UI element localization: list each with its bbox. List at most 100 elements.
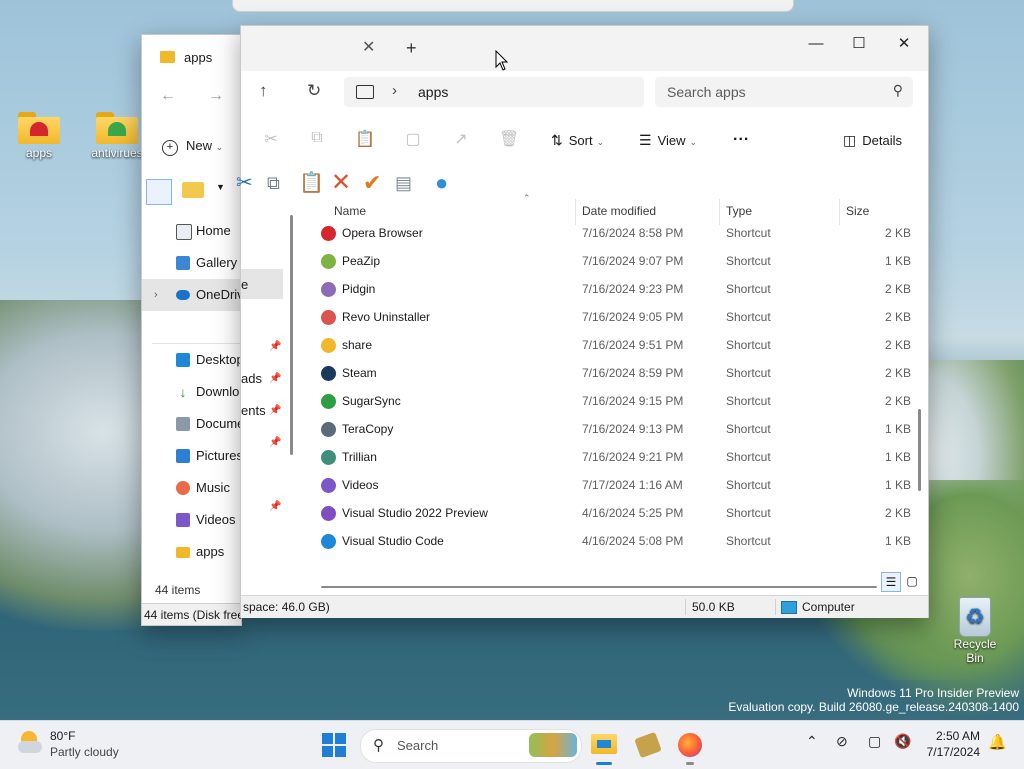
close-tab-icon[interactable]: ✕: [362, 37, 375, 57]
paste-icon[interactable]: 📋: [355, 129, 375, 149]
file-type: Shortcut: [726, 394, 771, 408]
file-row[interactable]: Videos 7/17/2024 1:16 AM Shortcut 1 KB: [319, 471, 913, 499]
details-button[interactable]: ◫ Details: [843, 132, 902, 149]
nav-item-documents[interactable]: Docume: [142, 408, 241, 440]
folder-icon: [176, 547, 190, 558]
taskbar-firefox[interactable]: [674, 729, 706, 765]
minimize-icon[interactable]: —: [793, 30, 839, 58]
file-type: Shortcut: [726, 310, 771, 324]
column-date-modified[interactable]: Date modified: [582, 204, 656, 218]
mouse-pointer-icon: [495, 50, 509, 71]
clock[interactable]: 2:50 AM 7/17/2024: [920, 728, 980, 760]
nav-item-desktop[interactable]: Desktop: [142, 344, 241, 376]
file-row[interactable]: PeaZip 7/16/2024 9:07 PM Shortcut 1 KB: [319, 247, 913, 275]
globe-icon[interactable]: ●: [435, 171, 448, 195]
file-row[interactable]: share 7/16/2024 9:51 PM Shortcut 2 KB: [319, 331, 913, 359]
chevron-up-icon[interactable]: ⌃: [806, 733, 818, 750]
nav-fragment-onedrive: e: [241, 277, 249, 292]
file-row[interactable]: TeraCopy 7/16/2024 9:13 PM Shortcut 1 KB: [319, 415, 913, 443]
volume-muted-icon[interactable]: 🔇: [894, 733, 911, 750]
nav-item-onedrive[interactable]: › OneDriv: [142, 279, 241, 311]
more-options-button[interactable]: ...: [733, 127, 749, 145]
status-location-label: Computer: [802, 600, 855, 614]
forward-arrow-icon[interactable]: →: [208, 87, 224, 105]
monitor-icon[interactable]: ▢: [868, 733, 881, 750]
explorer-window-back[interactable]: apps ← → + New ⌄ ▼ Home Gallery › OneDriv…: [141, 34, 242, 626]
delete-icon[interactable]: ✕: [331, 171, 351, 195]
paste-icon[interactable]: 📋: [299, 171, 324, 195]
checkmark-icon[interactable]: ✔: [363, 171, 381, 195]
file-size: 1 KB: [884, 254, 911, 268]
chevron-down-icon: ⌄: [689, 137, 698, 147]
nav-item-music[interactable]: Music: [142, 472, 241, 504]
breadcrumb[interactable]: apps: [418, 84, 448, 100]
nav-item-apps[interactable]: apps: [142, 536, 241, 568]
file-row[interactable]: Trillian 7/16/2024 9:21 PM Shortcut 1 KB: [319, 443, 913, 471]
column-size[interactable]: Size: [846, 204, 869, 218]
address-box[interactable]: › apps: [344, 77, 644, 107]
view-button[interactable]: ☰ View ⌄: [639, 132, 697, 149]
cut-icon[interactable]: ✂: [261, 129, 281, 149]
new-button[interactable]: + New ⌄: [162, 138, 223, 156]
file-type: Shortcut: [726, 366, 771, 380]
cut-icon[interactable]: ✂: [236, 171, 253, 195]
recycle-bin[interactable]: ♻ Recycle Bin: [944, 597, 1006, 665]
nav-item-downloads[interactable]: ↓ Downlo: [142, 376, 241, 408]
share-icon[interactable]: ↗: [451, 129, 471, 149]
file-list: Opera Browser 7/16/2024 8:58 PM Shortcut 2 …: [319, 219, 913, 555]
horizontal-scrollbar[interactable]: [321, 586, 877, 588]
file-type: Shortcut: [726, 478, 771, 492]
file-row[interactable]: Revo Uninstaller 7/16/2024 9:05 PM Shortcu…: [319, 303, 913, 331]
close-window-icon[interactable]: ✕: [881, 30, 927, 58]
file-row[interactable]: Visual Studio Code 4/16/2024 5:08 PM Short…: [319, 527, 913, 555]
nav-item-pictures[interactable]: Pictures: [142, 440, 241, 472]
back-arrow-icon[interactable]: ←: [160, 87, 176, 105]
pictures-icon: [176, 449, 190, 463]
rename-icon[interactable]: ▢: [403, 129, 423, 149]
network-disconnected-icon[interactable]: ⊘: [836, 733, 848, 750]
file-row[interactable]: Visual Studio 2022 Preview 4/16/2024 5:25…: [319, 499, 913, 527]
file-name: Visual Studio Code: [342, 534, 444, 548]
file-size: 2 KB: [884, 394, 911, 408]
taskbar-app-tools[interactable]: [632, 729, 664, 761]
refresh-icon[interactable]: ↻: [307, 81, 321, 101]
file-row[interactable]: Opera Browser 7/16/2024 8:58 PM Shortcut 2 …: [319, 219, 913, 247]
file-row[interactable]: SugarSync 7/16/2024 9:15 PM Shortcut 2 KB: [319, 387, 913, 415]
search-input[interactable]: Search apps ⚲: [655, 77, 913, 107]
nav-item-home[interactable]: Home: [142, 215, 241, 247]
file-date: 4/16/2024 5:08 PM: [582, 534, 684, 548]
sort-button[interactable]: ⇅ Sort ⌄: [551, 132, 604, 149]
maximize-icon[interactable]: ☐: [836, 30, 882, 58]
file-name: Pidgin: [342, 282, 376, 296]
start-button[interactable]: [322, 733, 346, 757]
file-row[interactable]: Pidgin 7/16/2024 9:23 PM Shortcut 2 KB: [319, 275, 913, 303]
nav-item-gallery[interactable]: Gallery: [142, 247, 241, 279]
column-name[interactable]: Name: [334, 204, 366, 218]
up-arrow-icon[interactable]: ↑: [259, 81, 268, 101]
explorer-window-main[interactable]: ✕ + — ☐ ✕ ↑ ↻ › apps Search apps ⚲ ✂ ⧉ 📋…: [236, 25, 929, 618]
new-tab-icon[interactable]: +: [406, 38, 417, 59]
rename-icon[interactable]: ▤: [395, 171, 412, 195]
large-icons-view-icon[interactable]: ▢: [903, 572, 921, 590]
vertical-scrollbar[interactable]: [918, 409, 921, 491]
title-bar[interactable]: ✕ + — ☐ ✕: [241, 26, 928, 71]
desktop-icon-apps[interactable]: apps: [4, 112, 74, 160]
details-view-icon[interactable]: ☰: [881, 572, 901, 592]
nav-scrollbar[interactable]: [290, 215, 293, 455]
clock-date: 7/17/2024: [926, 745, 980, 759]
chevron-right-icon[interactable]: ›: [392, 82, 397, 99]
column-type[interactable]: Type: [726, 204, 752, 218]
dropdown-caret-icon[interactable]: ▼: [216, 182, 225, 192]
file-row[interactable]: Steam 7/16/2024 8:59 PM Shortcut 2 KB: [319, 359, 913, 387]
file-area: e ads ents 📌 📌 📌 📌 📌 ⌃ Name Date modifie…: [241, 193, 928, 591]
chevron-right-icon[interactable]: ›: [154, 279, 158, 311]
folder-options-icon[interactable]: [182, 182, 204, 198]
nav-item-videos[interactable]: Videos: [142, 504, 241, 536]
delete-icon[interactable]: 🗑: [499, 129, 519, 149]
notification-bell-icon[interactable]: 🔔: [988, 733, 1007, 751]
taskbar-file-explorer[interactable]: [588, 729, 620, 765]
taskbar-search[interactable]: ⚲ Search: [360, 729, 582, 763]
copy-icon[interactable]: ⧉: [267, 171, 280, 195]
navigation-pane-icon[interactable]: [146, 179, 172, 205]
copy-icon[interactable]: ⧉: [307, 129, 327, 149]
